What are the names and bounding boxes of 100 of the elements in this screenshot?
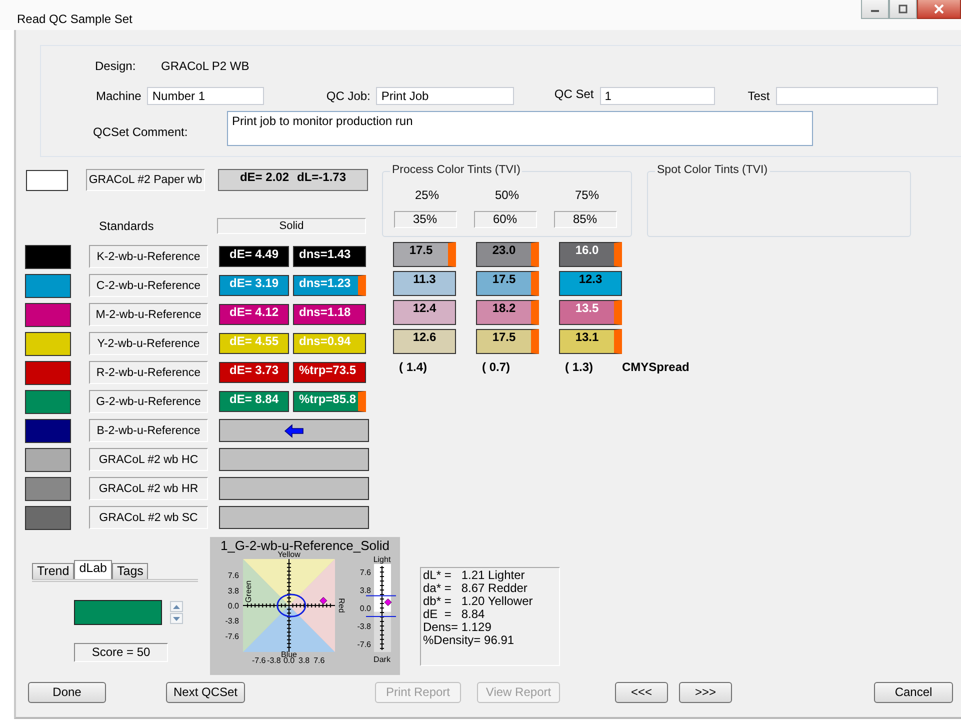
tint-value: 13.1	[559, 329, 622, 354]
axis-label: Red	[337, 598, 346, 613]
result-field: %trp=73.5	[293, 362, 366, 383]
standard-label[interactable]: GRACoL #2 wb HC	[89, 448, 208, 471]
axis-label: Light	[373, 555, 391, 564]
tick-label: 7.6	[314, 656, 325, 665]
button[interactable]: <<<	[615, 682, 668, 702]
up-arrow-icon	[173, 604, 180, 608]
field-label: Machine	[96, 89, 142, 103]
tick-label: -3.8	[225, 616, 239, 626]
input-field[interactable]: Number 1	[147, 87, 264, 105]
standard-label[interactable]: G-2-wb-u-Reference	[89, 390, 208, 413]
close-button[interactable]	[917, 0, 961, 19]
tint-value: 18.2	[476, 300, 539, 325]
target-field: 85%	[554, 211, 616, 228]
tint-value: 13.5	[559, 300, 622, 325]
standard-label[interactable]: Y-2-wb-u-Reference	[89, 332, 208, 355]
tick-label: 0.0	[360, 604, 371, 613]
tint-label: 25%	[414, 188, 440, 202]
tab[interactable]: Trend	[32, 563, 74, 579]
maximize-icon	[898, 4, 908, 14]
tick-label: 0.0	[283, 656, 295, 665]
window-title: Read QC Sample Set	[17, 12, 132, 26]
tick-label: 7.6	[360, 568, 371, 578]
tick-label: -7.6	[225, 632, 239, 641]
standard-label[interactable]: C-2-wb-u-Reference	[89, 274, 208, 297]
spin-down-button[interactable]	[170, 613, 183, 624]
field-label: QCSet Comment:	[93, 125, 189, 139]
field-label: Test	[748, 89, 770, 103]
tint-label: 50%	[494, 188, 520, 202]
column-header: Solid	[217, 218, 366, 234]
standard-label[interactable]: GRACoL #2 wb SC	[89, 506, 208, 529]
tolerance-line	[366, 595, 396, 596]
input-field[interactable]: 1	[600, 87, 715, 105]
tab[interactable]: Tags	[112, 563, 148, 579]
result-field: dE= 4.12	[219, 304, 289, 325]
spread-value: ( 1.4)	[398, 360, 428, 374]
tick-label: -3.8	[357, 622, 371, 631]
standard-label[interactable]: M-2-wb-u-Reference	[89, 303, 208, 326]
result-field: dE= 4.49	[219, 246, 289, 267]
axis-label: Blue	[281, 650, 297, 659]
input-field[interactable]: Print Job	[376, 87, 514, 105]
field-label: Design:	[95, 59, 137, 73]
tint-value: 12.3	[559, 271, 622, 296]
target-field: 60%	[474, 211, 536, 228]
readout-line: %Density= 96.91	[423, 634, 516, 647]
standard-label[interactable]: K-2-wb-u-Reference	[89, 245, 208, 268]
readout-line: dE = 8.84	[423, 608, 486, 621]
spin-up-button[interactable]	[170, 601, 183, 612]
result-field: dns=1.18	[293, 304, 366, 325]
readout-line: dL* = 1.21 Lighter	[423, 569, 526, 582]
axis-label: Yellow	[278, 550, 300, 559]
tick-label: 3.8	[228, 586, 239, 596]
close-icon	[934, 4, 944, 14]
input-field[interactable]	[776, 87, 938, 105]
tick-label: 0.0	[228, 602, 239, 610]
result-field: dE= 3.19	[219, 275, 289, 296]
standard-label: GRACoL #2 Paper wb	[86, 169, 205, 191]
tick-label: -3.8	[267, 656, 281, 665]
tab[interactable]: dLab	[74, 560, 112, 579]
field-label: QC Job:	[326, 89, 370, 103]
button[interactable]: Cancel	[874, 682, 953, 702]
result-field: dns=1.23	[293, 275, 366, 296]
standard-label[interactable]: R-2-wb-u-Reference	[89, 361, 208, 384]
tint-value: 17.5	[393, 242, 456, 267]
tint-label: 75%	[574, 188, 600, 202]
arrow-icon	[284, 424, 304, 438]
button[interactable]: >>>	[679, 682, 732, 702]
button[interactable]: Next QCSet	[166, 682, 245, 702]
down-arrow-icon	[173, 616, 180, 620]
plot-title: 1_G-2-wb-u-Reference_Solid	[220, 538, 390, 553]
tint-value: 11.3	[393, 271, 456, 296]
tolerance-line	[366, 616, 396, 618]
readout-line: da* = 8.67 Redder	[423, 582, 528, 595]
column-label: Standards	[99, 219, 155, 233]
target-field: 35%	[394, 211, 456, 228]
tick-label: 3.8	[298, 656, 310, 665]
spread-value: ( 0.7)	[481, 360, 512, 374]
maximize-button[interactable]	[889, 0, 917, 19]
readout-line: db* = 1.20 Yellower	[423, 595, 534, 608]
tint-value: 23.0	[476, 242, 539, 267]
standard-label[interactable]: GRACoL #2 wb HR	[89, 477, 208, 500]
tint-value: 16.0	[559, 242, 622, 267]
field-label: QC Set	[554, 87, 594, 101]
result-field: dE= 4.55	[219, 333, 289, 354]
result-text: dL=-1.73	[297, 170, 346, 184]
minimize-button[interactable]	[861, 0, 889, 19]
result-field: dE= 8.84	[219, 391, 289, 412]
tick-label: -7.6	[357, 640, 371, 649]
comment-field[interactable]: Print job to monitor production run	[227, 111, 813, 146]
standard-label[interactable]: B-2-wb-u-Reference	[89, 419, 208, 442]
result-field: dE= 3.73	[219, 362, 289, 383]
button[interactable]: Done	[28, 682, 106, 702]
group-title: Spot Color Tints (TVI)	[655, 164, 770, 176]
axis-label: Dark	[374, 655, 390, 664]
tick-label: 7.6	[228, 571, 239, 580]
tint-value: 17.5	[476, 271, 539, 296]
tolerance-ellipse	[276, 594, 306, 618]
design-name: GRACoL P2 WB	[161, 59, 250, 73]
tint-value: 12.4	[393, 300, 456, 325]
